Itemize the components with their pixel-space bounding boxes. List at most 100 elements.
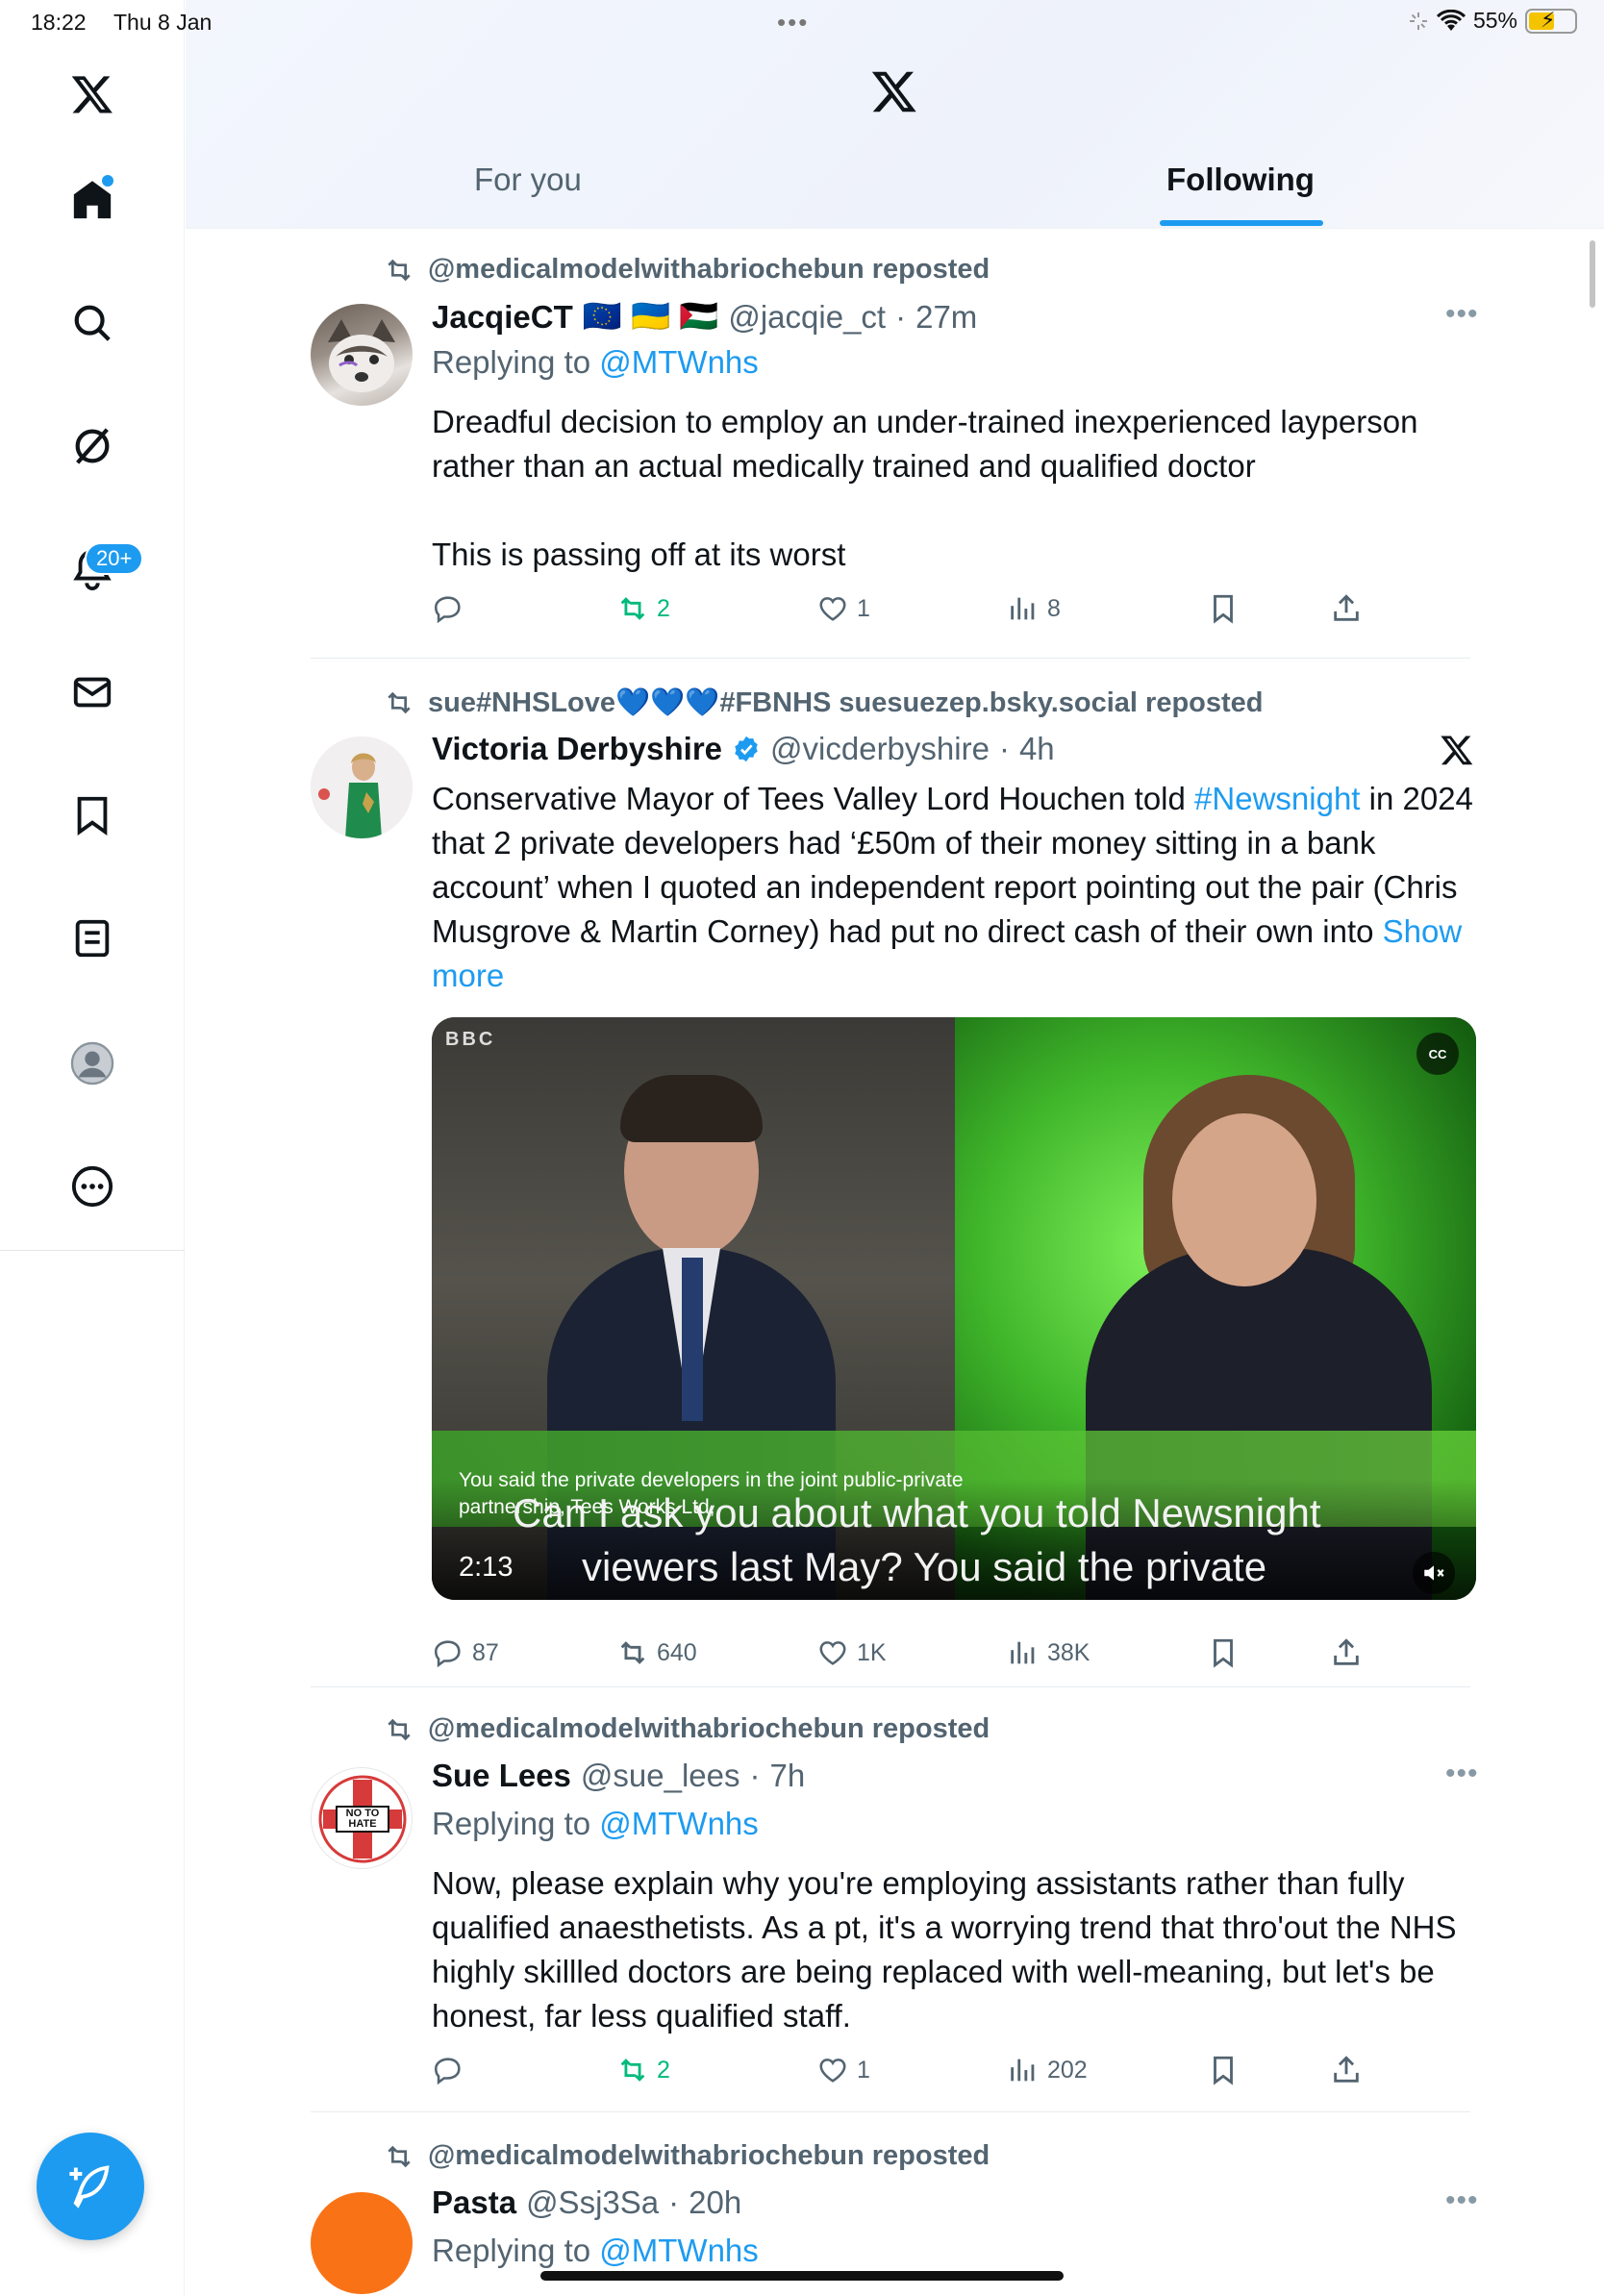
- scroll-indicator[interactable]: [1590, 240, 1595, 308]
- reply-icon: [434, 2058, 461, 2085]
- search-icon[interactable]: [63, 294, 121, 352]
- sidebar: 20+: [0, 0, 185, 2296]
- like-button[interactable]: 1K: [816, 1636, 887, 1669]
- views-icon: [1011, 1641, 1035, 1664]
- video-caption-line2: viewers last May? You said the private: [582, 1544, 1267, 1589]
- share-button[interactable]: [1330, 1636, 1363, 1669]
- like-button[interactable]: 1: [816, 592, 870, 625]
- author-line: Sue Lees @sue_lees · 7h: [432, 1758, 806, 1794]
- post-actions: 2 1 8: [432, 592, 1566, 631]
- captions-button[interactable]: CC: [1416, 1033, 1459, 1075]
- views-icon: [1011, 597, 1035, 620]
- profile-icon[interactable]: [63, 1035, 121, 1092]
- repost-icon: [620, 597, 645, 620]
- more-icon[interactable]: [63, 1158, 121, 1215]
- post-time[interactable]: 7h: [770, 1758, 806, 1794]
- replying-to: Replying to @MTWnhs: [432, 1806, 759, 1841]
- reply-button[interactable]: 87: [432, 1636, 499, 1669]
- status-bar: 18:22 Thu 8 Jan ••• 55% ⚡: [0, 0, 1604, 46]
- status-date: Thu 8 Jan: [113, 10, 213, 35]
- repost-button[interactable]: 640: [616, 1636, 697, 1669]
- repost-count: 640: [657, 1638, 697, 1666]
- post-time[interactable]: 27m: [915, 299, 977, 336]
- share-icon: [1334, 1638, 1359, 1665]
- x-logo-icon[interactable]: [63, 65, 121, 123]
- home-unread-dot: [102, 175, 113, 187]
- compose-button[interactable]: [37, 2133, 144, 2240]
- post-menu-icon[interactable]: •••: [1445, 2184, 1479, 2217]
- post-time[interactable]: 4h: [1019, 731, 1055, 767]
- author-name[interactable]: Victoria Derbyshire: [432, 731, 722, 767]
- repost-icon: [388, 691, 411, 714]
- replying-to-handle[interactable]: @MTWnhs: [599, 2233, 759, 2268]
- replying-to-handle[interactable]: @MTWnhs: [599, 1806, 759, 1841]
- bookmark-icon[interactable]: [63, 786, 121, 844]
- author-handle[interactable]: @sue_lees: [581, 1758, 740, 1794]
- wifi-icon: [1436, 9, 1466, 31]
- post-menu-icon[interactable]: •••: [1445, 298, 1479, 331]
- repost-by: @medicalmodelwithabriochebun reposted: [428, 2140, 990, 2171]
- list-icon[interactable]: [63, 910, 121, 967]
- compose-icon: [69, 2165, 110, 2209]
- repost-context: sue#NHSLove💙💙💙#FBNHS suesuezep.bsky.soci…: [384, 686, 1264, 719]
- tab-following[interactable]: Following: [1166, 162, 1315, 198]
- like-icon: [819, 1641, 846, 1665]
- views-button[interactable]: 38K: [1007, 1636, 1090, 1669]
- like-count: 1: [857, 2056, 870, 2084]
- post-divider: [311, 2111, 1470, 2112]
- share-button[interactable]: [1330, 592, 1363, 625]
- bookmark-button[interactable]: [1207, 1636, 1240, 1669]
- post-divider: [311, 658, 1470, 659]
- x-logo-icon[interactable]: [870, 67, 918, 120]
- avatar[interactable]: [311, 2192, 413, 2294]
- bookmark-button[interactable]: [1207, 2054, 1240, 2086]
- repost-button[interactable]: 2: [616, 592, 670, 625]
- home-indicator[interactable]: [540, 2271, 1064, 2281]
- bookmark-icon: [1214, 1638, 1233, 1668]
- author-name[interactable]: JacqieCT: [432, 299, 573, 336]
- mail-icon[interactable]: [63, 663, 121, 721]
- avatar[interactable]: NO TO HATE: [311, 1767, 413, 1869]
- post-menu-icon[interactable]: •••: [1445, 1758, 1479, 1790]
- post-divider: [311, 1686, 1470, 1687]
- author-name[interactable]: Pasta: [432, 2184, 516, 2221]
- author-handle[interactable]: @Ssj3Sa: [526, 2184, 659, 2221]
- views-button[interactable]: 8: [1007, 592, 1061, 625]
- author-handle[interactable]: @jacqie_ct: [728, 299, 886, 336]
- grok-icon[interactable]: [63, 417, 121, 475]
- replying-to-handle[interactable]: @MTWnhs: [599, 344, 759, 380]
- author-handle[interactable]: @vicderbyshire: [770, 731, 990, 767]
- author-line: Victoria Derbyshire @vicderbyshire · 4h: [432, 731, 1055, 767]
- bookmark-icon: [1214, 2056, 1233, 2085]
- author-flags: 🇪🇺 🇺🇦 🇵🇸: [582, 298, 719, 334]
- author-name[interactable]: Sue Lees: [432, 1758, 571, 1794]
- post-text: Conservative Mayor of Tees Valley Lord H…: [432, 781, 1483, 993]
- like-button[interactable]: 1: [816, 2054, 870, 2086]
- bookmark-button[interactable]: [1207, 592, 1240, 625]
- like-count: 1: [857, 594, 870, 622]
- like-icon: [819, 2059, 846, 2083]
- like-count: 1K: [857, 1638, 887, 1666]
- hashtag-link[interactable]: #Newsnight: [1194, 781, 1360, 816]
- views-button[interactable]: 202: [1007, 2054, 1088, 2086]
- mute-button[interactable]: [1413, 1552, 1455, 1594]
- reply-icon: [434, 596, 461, 624]
- repost-icon: [388, 2145, 411, 2167]
- post-time[interactable]: 20h: [689, 2184, 741, 2221]
- reply-button[interactable]: [432, 2054, 472, 2086]
- repost-icon: [620, 2059, 645, 2082]
- avatar[interactable]: [311, 736, 413, 838]
- reply-count: 87: [472, 1638, 499, 1666]
- share-button[interactable]: [1330, 2054, 1363, 2086]
- views-count: 8: [1047, 594, 1061, 622]
- multitasking-dots-icon[interactable]: •••: [777, 8, 809, 37]
- post-text: Dreadful decision to employ an under-tra…: [432, 404, 1418, 572]
- post-text: Now, please explain why you're employing…: [432, 1865, 1466, 2034]
- repost-button[interactable]: 2: [616, 2054, 670, 2086]
- reply-button[interactable]: [432, 592, 472, 625]
- video-player[interactable]: BBC CC You said the private developers i…: [432, 1017, 1476, 1600]
- repost-by: @medicalmodelwithabriochebun reposted: [428, 254, 990, 285]
- avatar[interactable]: [311, 304, 413, 406]
- tab-for-you[interactable]: For you: [474, 162, 582, 198]
- reply-icon: [434, 1640, 461, 1668]
